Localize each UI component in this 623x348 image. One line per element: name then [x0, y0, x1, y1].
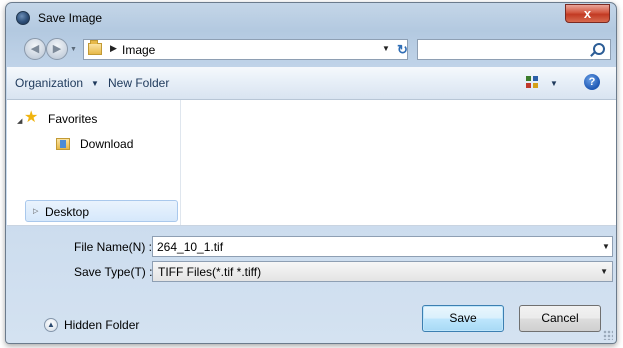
desktop-label: Desktop [45, 205, 90, 219]
title-bar[interactable]: Save Image x [6, 3, 616, 31]
file-name-dropdown-icon[interactable]: ▼ [602, 242, 610, 251]
refresh-icon[interactable]: ↻ [397, 41, 409, 58]
new-folder-button[interactable]: New Folder [108, 76, 169, 90]
save-type-dropdown-icon: ▼ [600, 267, 608, 276]
window-title: Save Image [38, 11, 103, 25]
address-dropdown-icon[interactable]: ▼ [382, 44, 390, 53]
save-button[interactable]: Save [422, 305, 504, 332]
close-button[interactable]: x [565, 4, 610, 23]
cancel-button[interactable]: Cancel [519, 305, 601, 332]
app-icon [16, 11, 30, 25]
hidden-folder-toggle[interactable]: Hidden Folder [64, 318, 139, 332]
forward-button[interactable]: ▶ [46, 38, 68, 60]
download-folder-icon [56, 138, 70, 150]
hide-folders-icon[interactable]: ▲ [44, 318, 58, 332]
folder-icon [88, 40, 102, 55]
file-name-input[interactable] [152, 236, 613, 257]
file-name-label: File Name(N) : [74, 240, 153, 254]
breadcrumb-image[interactable]: Image [122, 43, 155, 57]
browser-pane: ◢ ★ Favorites Download ▷ Desktop [7, 100, 616, 226]
save-type-label: Save Type(T) : [74, 265, 153, 279]
back-button[interactable]: ◀ [24, 38, 46, 60]
navigation-bar: ◀ ▶ ▼ ▶ Image ▼ ↻ [6, 31, 616, 65]
organization-dropdown-icon[interactable]: ▼ [91, 79, 99, 88]
views-dropdown-icon[interactable]: ▼ [550, 79, 558, 88]
resize-grip[interactable] [603, 330, 613, 340]
save-type-value: TIFF Files(*.tif *.tiff) [158, 265, 262, 279]
organization-menu[interactable]: Organization [15, 76, 83, 90]
back-arrow-icon: ◀ [30, 43, 40, 55]
search-icon[interactable] [593, 43, 605, 55]
download-item[interactable]: Download [80, 137, 133, 151]
help-icon[interactable]: ? [584, 74, 600, 90]
forward-arrow-icon: ▶ [52, 43, 62, 55]
command-toolbar: Organization ▼ New Folder ▼ ? [7, 67, 616, 100]
history-dropdown-icon[interactable]: ▼ [70, 46, 77, 53]
save-image-dialog: Save Image x ◀ ▶ ▼ ▶ Image ▼ ↻ Organizat… [5, 2, 617, 344]
expand-icon[interactable]: ▷ [33, 207, 38, 215]
navigation-pane: ◢ ★ Favorites Download ▷ Desktop [7, 100, 181, 225]
address-bar[interactable]: ▶ Image ▼ ↻ [83, 39, 408, 60]
collapse-icon[interactable]: ◢ [17, 117, 22, 125]
breadcrumb-arrow-icon[interactable]: ▶ [110, 43, 117, 54]
views-icon[interactable] [525, 75, 539, 89]
close-icon: x [583, 6, 592, 21]
favorites-star-icon: ★ [24, 109, 39, 126]
favorites-item[interactable]: Favorites [48, 112, 97, 126]
desktop-item[interactable]: ▷ Desktop [25, 200, 178, 222]
search-box[interactable] [417, 39, 611, 60]
save-type-select[interactable]: TIFF Files(*.tif *.tiff) ▼ [152, 261, 613, 282]
